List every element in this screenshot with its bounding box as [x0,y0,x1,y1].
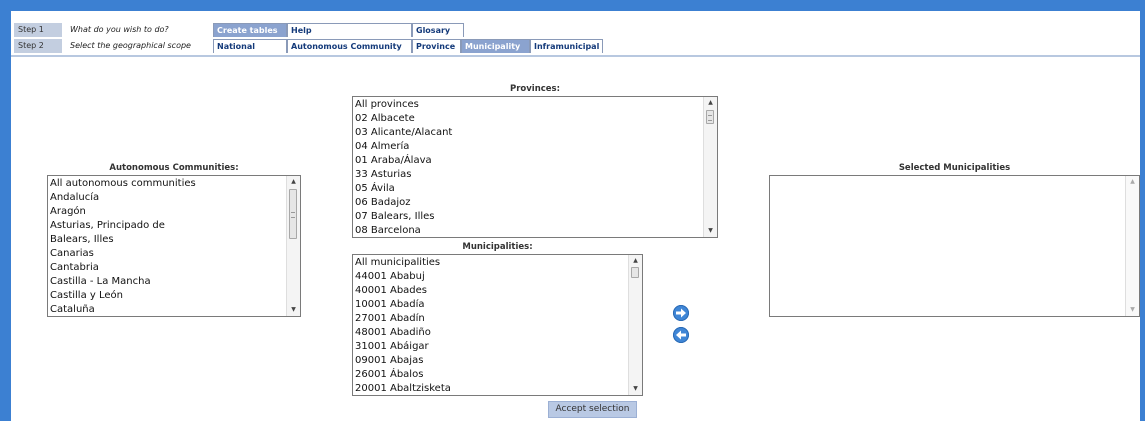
list-item[interactable]: All autonomous communities [50,177,286,191]
window-right-border [1140,11,1145,421]
list-item[interactable]: All municipalities [355,256,628,270]
list-item[interactable]: Balears, Illes [50,233,286,247]
scroll-down-icon[interactable]: ▼ [1126,304,1139,316]
list-item[interactable]: 06 Badajoz [355,196,703,210]
list-item[interactable]: 09001 Abajas [355,354,628,368]
step1-question: What do you wish to do? [70,25,169,34]
step1-label: Step 1 [14,23,62,37]
step1-row: Step 1 What do you wish to do? Create ta… [14,23,474,37]
scroll-down-icon[interactable]: ▼ [287,304,300,316]
municipalities-list[interactable]: All municipalities 44001 Ababuj 40001 Ab… [352,254,643,396]
add-arrow-icon[interactable] [673,305,689,321]
provinces-list[interactable]: All provinces 02 Albacete 03 Alicante/Al… [352,96,718,238]
selected-scrollbar[interactable]: ▲ ▼ [1125,176,1139,316]
list-item[interactable]: Castilla y León [50,289,286,303]
municipalities-title: Municipalities: [462,242,533,252]
autonomous-scrollbar[interactable]: ▲ ▼ [286,176,300,316]
scroll-thumb[interactable] [289,189,297,239]
list-item[interactable]: Castilla - La Mancha [50,275,286,289]
list-item[interactable]: Cantabria [50,261,286,275]
list-item[interactable]: 33 Asturias [355,168,703,182]
list-item[interactable]: 02 Albacete [355,112,703,126]
tab-glosary[interactable]: Glosary [412,23,464,37]
list-item[interactable]: Aragón [50,205,286,219]
scroll-up-icon[interactable]: ▲ [629,255,642,267]
tab-help[interactable]: Help [287,23,412,37]
window-left-border [0,11,11,421]
selected-municipalities-list[interactable]: ▲ ▼ [769,175,1140,317]
list-item[interactable]: 27001 Abadín [355,312,628,326]
list-item[interactable]: 31001 Abáigar [355,340,628,354]
list-item[interactable]: 20001 Abaltzisketa [355,382,628,395]
list-item[interactable]: 07 Balears, Illes [355,210,703,224]
list-item[interactable]: 03 Alicante/Alacant [355,126,703,140]
scroll-up-icon[interactable]: ▲ [287,176,300,188]
tab-inframunicipal[interactable]: Inframunicipal [530,39,603,53]
scroll-down-icon[interactable]: ▼ [629,383,642,395]
step2-row: Step 2 Select the geographical scope Nat… [14,39,614,53]
list-item[interactable]: 05 Ávila [355,182,703,196]
autonomous-communities-list[interactable]: All autonomous communities Andalucía Ara… [47,175,301,317]
accept-selection-button[interactable]: Accept selection [548,401,637,418]
header-divider [11,55,1140,57]
list-item[interactable]: Andalucía [50,191,286,205]
municipalities-scrollbar[interactable]: ▲ ▼ [628,255,642,395]
scroll-down-icon[interactable]: ▼ [704,225,717,237]
tab-national[interactable]: National [213,39,287,53]
tab-municipality[interactable]: Municipality [461,39,530,53]
window-top-border [0,0,1145,11]
tab-create-tables[interactable]: Create tables [213,23,287,37]
scroll-up-icon[interactable]: ▲ [1126,176,1139,188]
list-item[interactable]: Canarias [50,247,286,261]
list-item[interactable]: 01 Araba/Álava [355,154,703,168]
list-item[interactable]: 10001 Abadía [355,298,628,312]
list-item[interactable]: 04 Almería [355,140,703,154]
tab-autonomous-community[interactable]: Autonomous Community [287,39,412,53]
scroll-thumb[interactable] [706,110,714,124]
scroll-up-icon[interactable]: ▲ [704,97,717,109]
autonomous-communities-title: Autonomous Communities: [109,163,239,173]
list-item[interactable]: 26001 Ábalos [355,368,628,382]
list-item[interactable]: 44001 Ababuj [355,270,628,284]
tab-province[interactable]: Province [412,39,461,53]
provinces-title: Provinces: [509,84,561,94]
step2-label: Step 2 [14,39,62,53]
provinces-scrollbar[interactable]: ▲ ▼ [703,97,717,237]
selected-municipalities-title: Selected Municipalities [898,163,1011,173]
step2-question: Select the geographical scope [70,41,191,50]
list-item[interactable]: 08 Barcelona [355,224,703,237]
list-item[interactable]: 40001 Abades [355,284,628,298]
remove-arrow-icon[interactable] [673,327,689,343]
scroll-thumb[interactable] [631,267,639,278]
list-item[interactable]: Asturias, Principado de [50,219,286,233]
list-item[interactable]: Cataluña [50,303,286,316]
list-item[interactable]: 48001 Abadiño [355,326,628,340]
list-item[interactable]: All provinces [355,98,703,112]
